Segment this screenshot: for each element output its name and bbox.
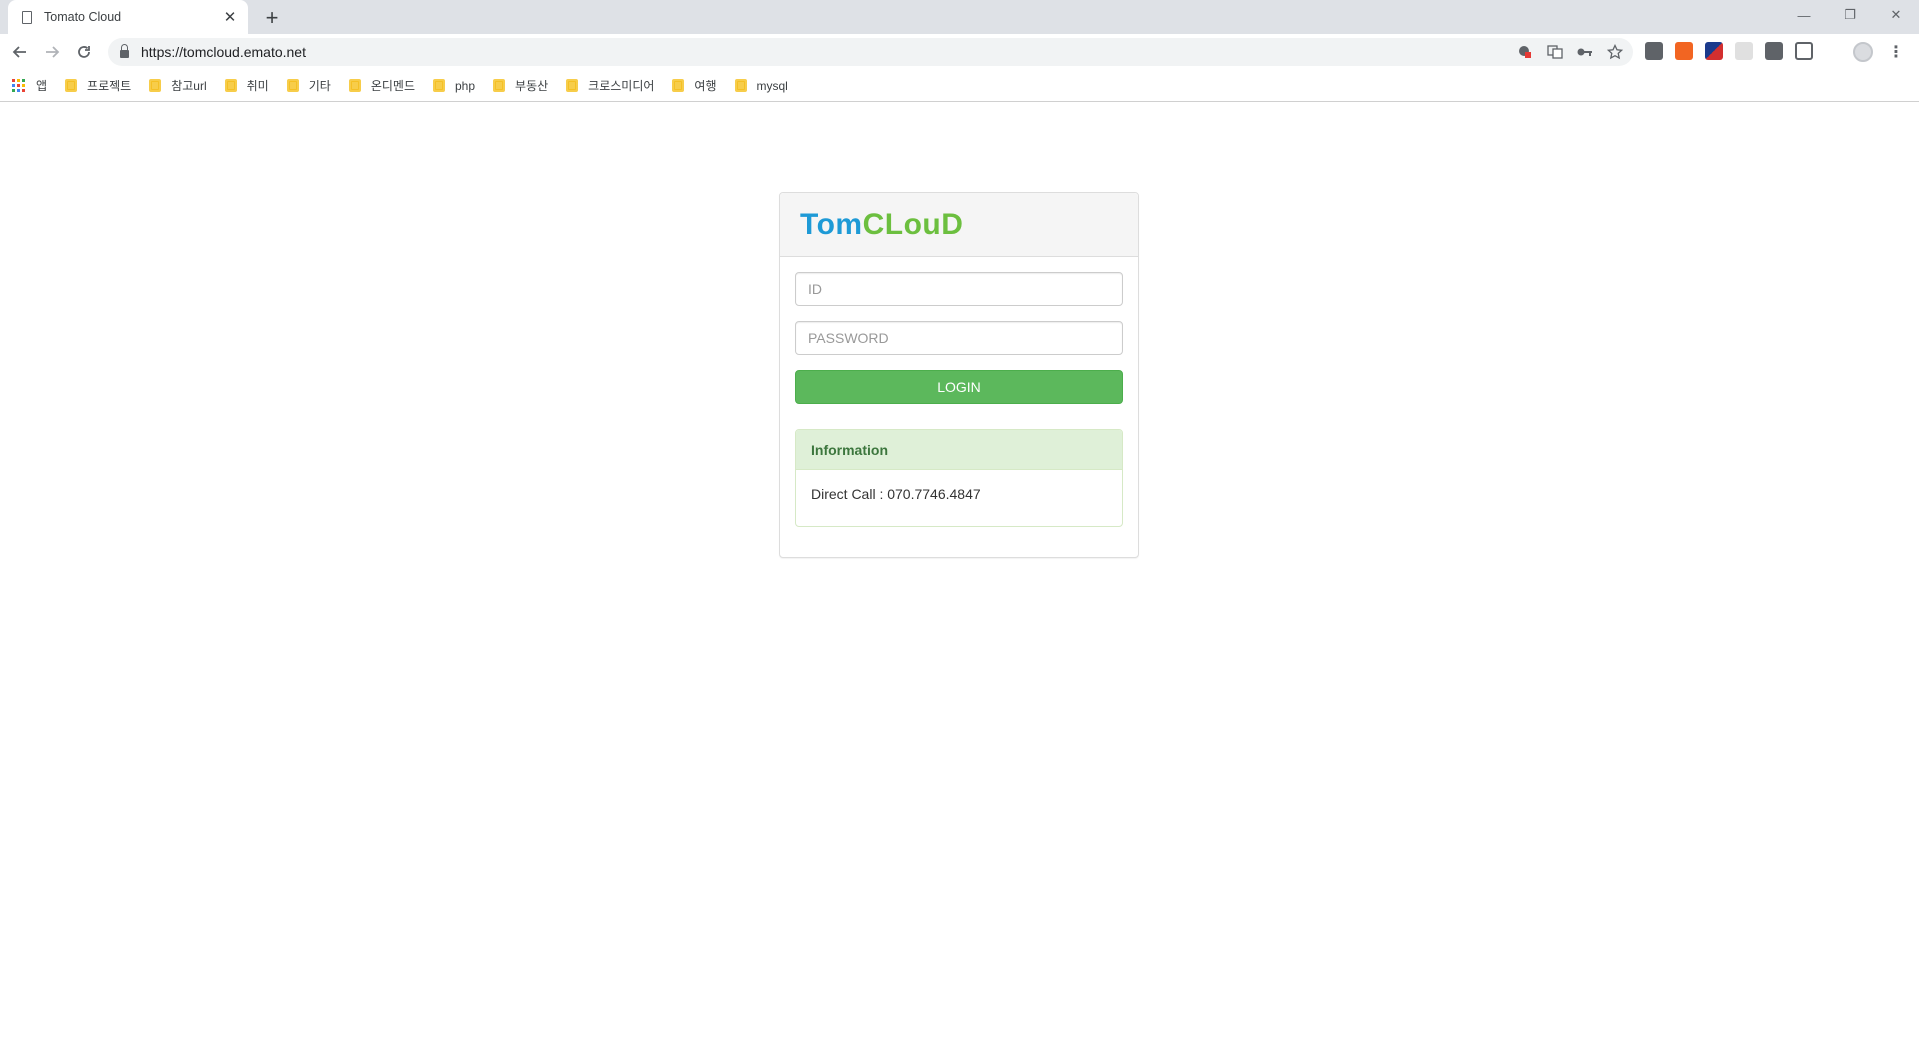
browser-menu-icon[interactable]: ⋮ bbox=[1886, 42, 1906, 62]
extension-ex-icon[interactable] bbox=[1675, 42, 1693, 60]
new-tab-button[interactable]: + bbox=[258, 4, 286, 32]
bookmark-label: 참고url bbox=[171, 79, 207, 93]
page-icon bbox=[22, 10, 32, 24]
direct-call-text: Direct Call : 070.7746.4847 bbox=[811, 486, 981, 502]
information-box: Information Direct Call : 070.7746.4847 bbox=[795, 429, 1123, 527]
address-bar[interactable]: https://tomcloud.emato.net bbox=[108, 38, 1633, 66]
id-input[interactable] bbox=[795, 272, 1123, 306]
back-button[interactable] bbox=[4, 38, 36, 66]
back-arrow-icon bbox=[12, 46, 26, 58]
folder-icon bbox=[566, 79, 579, 92]
browser-toolbar: https://tomcloud.emato.net ⋮ bbox=[0, 34, 1919, 70]
omnibox-actions bbox=[1515, 42, 1625, 62]
bookmark-label: 앱 bbox=[36, 79, 48, 93]
bookmark-star-icon[interactable] bbox=[1605, 42, 1625, 62]
folder-icon bbox=[286, 79, 299, 92]
extension-cast-icon[interactable] bbox=[1735, 42, 1753, 60]
folder-icon bbox=[672, 79, 685, 92]
bookmark-label: 기타 bbox=[308, 79, 331, 93]
forward-arrow-icon bbox=[46, 46, 60, 58]
bookmark-folder[interactable]: php bbox=[433, 79, 475, 93]
login-panel-heading: TomCLouD bbox=[780, 193, 1138, 257]
logo-part-cloud: CLouD bbox=[862, 207, 964, 241]
login-panel: TomCLouD LOGIN Information Direct Call :… bbox=[779, 192, 1139, 558]
password-input[interactable] bbox=[795, 321, 1123, 355]
profile-avatar-icon[interactable] bbox=[1853, 42, 1873, 62]
folder-icon bbox=[734, 79, 747, 92]
blocked-icon[interactable] bbox=[1515, 42, 1535, 62]
folder-icon bbox=[433, 79, 445, 92]
browser-tab[interactable]: Tomato Cloud ✕ bbox=[8, 0, 248, 34]
url-text: https://tomcloud.emato.net bbox=[141, 44, 306, 60]
tab-close-icon[interactable]: ✕ bbox=[222, 9, 238, 26]
folder-icon bbox=[493, 79, 506, 92]
translate-icon[interactable] bbox=[1545, 42, 1565, 62]
restore-button[interactable]: ❐ bbox=[1827, 0, 1873, 30]
logo-part-tom: Tom bbox=[800, 207, 863, 241]
key-icon[interactable] bbox=[1575, 42, 1595, 62]
bookmark-apps[interactable]: 앱 bbox=[12, 77, 47, 94]
login-button[interactable]: LOGIN bbox=[795, 370, 1123, 404]
tomcloud-logo: TomCLouD bbox=[800, 208, 963, 242]
window-controls: — ❐ ✕ bbox=[1781, 0, 1919, 30]
bookmark-folder[interactable]: 참고url bbox=[149, 77, 207, 94]
information-heading: Information bbox=[796, 430, 1122, 470]
tab-title: Tomato Cloud bbox=[44, 10, 122, 24]
folder-icon bbox=[348, 79, 361, 92]
bookmark-label: 크로스미디어 bbox=[588, 79, 655, 93]
extension-2-icon[interactable] bbox=[1765, 42, 1783, 60]
bookmark-folder[interactable]: mysql bbox=[734, 78, 788, 93]
bookmark-folder[interactable]: 여행 bbox=[672, 77, 717, 94]
bookmark-label: 취미 bbox=[246, 79, 269, 93]
lock-icon bbox=[120, 44, 129, 58]
bookmark-folder[interactable]: 기타 bbox=[286, 77, 331, 94]
forward-button[interactable] bbox=[36, 38, 68, 66]
bookmarks-bar: 앱 프로젝트 참고url 취미 기타 온디멘드 php 부동산 크로스미디어 여… bbox=[0, 70, 1919, 102]
bookmark-folder[interactable]: 크로스미디어 bbox=[566, 77, 654, 94]
bookmark-label: 여행 bbox=[694, 79, 717, 93]
extension-flag-icon[interactable] bbox=[1705, 42, 1723, 60]
login-panel-body: LOGIN Information Direct Call : 070.7746… bbox=[780, 257, 1138, 527]
reload-icon bbox=[78, 46, 90, 58]
apps-icon bbox=[12, 78, 26, 93]
bookmark-label: 온디멘드 bbox=[370, 79, 415, 93]
folder-icon bbox=[149, 79, 162, 92]
bookmark-label: 부동산 bbox=[515, 79, 549, 93]
bookmark-folder[interactable]: 부동산 bbox=[493, 77, 548, 94]
reload-button[interactable] bbox=[68, 38, 100, 66]
bookmark-label: mysql bbox=[756, 78, 788, 93]
bookmark-folder[interactable]: 취미 bbox=[224, 77, 269, 94]
extension-1-icon[interactable] bbox=[1645, 42, 1663, 60]
close-window-button[interactable]: ✕ bbox=[1873, 0, 1919, 30]
folder-icon bbox=[224, 79, 237, 92]
extensions bbox=[1645, 42, 1813, 60]
folder-icon bbox=[65, 79, 78, 92]
bookmark-folder[interactable]: 프로젝트 bbox=[65, 77, 131, 94]
bookmark-label: 프로젝트 bbox=[87, 79, 132, 93]
bookmark-label: php bbox=[455, 78, 476, 93]
tab-strip: Tomato Cloud ✕ + — ❐ ✕ bbox=[0, 0, 1919, 34]
minimize-button[interactable]: — bbox=[1781, 0, 1827, 30]
bookmark-folder[interactable]: 온디멘드 bbox=[348, 77, 415, 94]
extension-3-icon[interactable] bbox=[1795, 42, 1813, 60]
